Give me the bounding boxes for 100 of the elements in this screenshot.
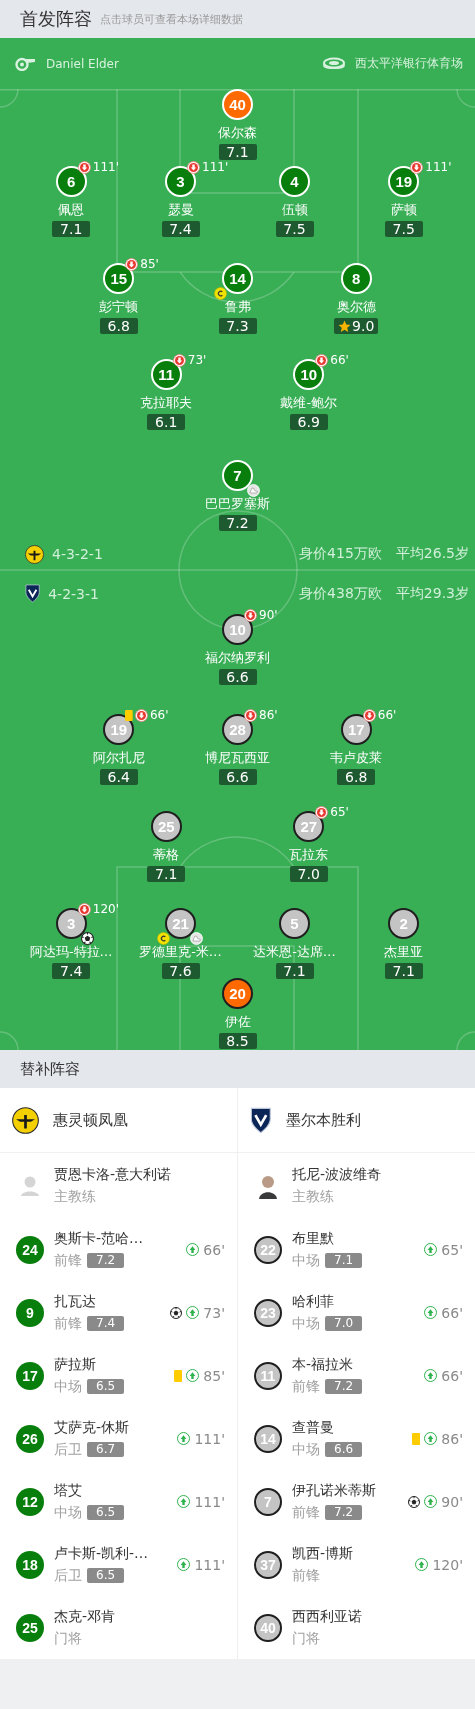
player-rating: 6.7 bbox=[87, 1442, 125, 1457]
player-name: 罗德里克-米… bbox=[139, 944, 222, 960]
player-rating: 6.5 bbox=[87, 1568, 125, 1583]
player-number[interactable]: 11 bbox=[254, 1361, 282, 1390]
player-name: 塔艾 bbox=[54, 1481, 83, 1500]
sub-off-icon bbox=[362, 708, 376, 722]
player-position: 中场 bbox=[54, 1503, 82, 1522]
sub-off-minute: 90' bbox=[259, 608, 278, 622]
player-rating: 7.4 bbox=[161, 221, 200, 237]
sub-off-icon bbox=[134, 708, 148, 722]
player-name: 西西利亚诺 bbox=[292, 1607, 363, 1626]
sub-on-minute: 86' bbox=[441, 1430, 463, 1447]
sub-off-icon bbox=[315, 805, 329, 819]
player-number[interactable]: 37 bbox=[254, 1550, 282, 1579]
player-number[interactable]: 24 bbox=[16, 1235, 44, 1264]
sub-on-minute: 120' bbox=[432, 1556, 463, 1573]
player-number[interactable]: 17 bbox=[16, 1361, 44, 1390]
sub-off-minute: 65' bbox=[330, 805, 349, 819]
player-number[interactable]: 20 bbox=[222, 978, 253, 1009]
player-number[interactable]: 17 bbox=[340, 714, 372, 745]
player-rating: 6.6 bbox=[325, 1442, 363, 1457]
player-name: 艾萨克-休斯 bbox=[54, 1418, 131, 1437]
sub-on-icon bbox=[186, 1306, 200, 1319]
player-number[interactable]: 3 bbox=[165, 166, 196, 197]
sub-off-minute: 86' bbox=[259, 708, 278, 722]
sub-off-icon bbox=[315, 353, 329, 367]
captain-icon bbox=[157, 932, 170, 945]
sub-on-icon bbox=[424, 1432, 438, 1445]
player-position: 中场 bbox=[292, 1251, 320, 1270]
player-number[interactable]: 28 bbox=[222, 714, 253, 745]
player-rating: 7.5 bbox=[275, 221, 314, 237]
player-number[interactable]: 18 bbox=[16, 1550, 44, 1579]
market-value: 身价415万欧 bbox=[299, 545, 382, 563]
player-number[interactable]: 4 bbox=[279, 166, 310, 197]
player-name: 福尔纳罗利 bbox=[205, 650, 270, 666]
team-crest-icon bbox=[25, 584, 41, 603]
player-number[interactable]: 7 bbox=[254, 1487, 282, 1516]
player-number[interactable]: 14 bbox=[254, 1424, 282, 1453]
stadium-icon bbox=[323, 57, 345, 70]
player-rating: 6.6 bbox=[218, 769, 257, 785]
player-rating: 6.8 bbox=[99, 318, 138, 334]
player-position: 门将 bbox=[54, 1629, 82, 1648]
player-number[interactable]: 26 bbox=[16, 1424, 44, 1453]
player-number[interactable]: 9 bbox=[16, 1298, 44, 1327]
player-name: 保尔森 bbox=[218, 125, 257, 141]
player-number[interactable]: 8 bbox=[340, 263, 372, 294]
player-number[interactable]: 25 bbox=[150, 811, 182, 842]
player-rating: 7.1 bbox=[147, 866, 186, 882]
player-position: 中场 bbox=[292, 1440, 320, 1459]
player-number[interactable]: 11 bbox=[150, 359, 182, 390]
player-number[interactable]: 14 bbox=[222, 263, 253, 294]
player-position: 前锋 bbox=[54, 1251, 82, 1270]
player-rating: 7.6 bbox=[161, 963, 200, 979]
player-number[interactable]: 12 bbox=[16, 1487, 44, 1516]
venue-name: 西太平洋银行体育场 bbox=[355, 55, 463, 72]
player-rating: 6.8 bbox=[337, 769, 376, 785]
player-number[interactable]: 21 bbox=[165, 908, 196, 939]
player-name: 博尼瓦西亚 bbox=[205, 750, 270, 766]
player-name: 达米恩-达席… bbox=[253, 944, 336, 960]
sub-off-minute: 66' bbox=[330, 353, 349, 367]
player-name: 克拉耶夫 bbox=[140, 395, 193, 411]
player-rating: 7.1 bbox=[384, 963, 423, 979]
player-number[interactable]: 27 bbox=[293, 811, 325, 842]
player-number[interactable]: 5 bbox=[279, 908, 310, 939]
team-crest-icon bbox=[250, 1106, 272, 1134]
player-number[interactable]: 25 bbox=[16, 1613, 44, 1642]
player-number[interactable]: 19 bbox=[388, 166, 420, 197]
player-position: 中场 bbox=[54, 1377, 82, 1396]
booking-card-icon bbox=[411, 1432, 421, 1445]
player-number[interactable]: 2 bbox=[388, 908, 420, 939]
football-icon bbox=[170, 1306, 183, 1319]
star-icon bbox=[338, 319, 352, 333]
player-rating: 6.5 bbox=[87, 1505, 125, 1520]
sub-off-minute: 66' bbox=[377, 708, 397, 722]
player-number[interactable]: 10 bbox=[293, 359, 325, 390]
average-age: 平均29.3岁 bbox=[395, 584, 469, 603]
section-hint: 点击球员可查看本场详细数据 bbox=[100, 11, 243, 27]
player-number[interactable]: 19 bbox=[103, 714, 135, 745]
player-number[interactable]: 40 bbox=[254, 1613, 282, 1642]
player-name: 伊孔诺米蒂斯 bbox=[292, 1481, 377, 1500]
sub-on-minute: 66' bbox=[441, 1304, 463, 1321]
player-rating: 6.1 bbox=[147, 414, 186, 430]
market-value: 身价438万欧 bbox=[299, 584, 382, 603]
player-number[interactable]: 23 bbox=[254, 1298, 282, 1327]
sub-off-minute: 111' bbox=[425, 160, 452, 174]
player-number[interactable]: 6 bbox=[55, 166, 87, 197]
coach-role: 主教练 bbox=[54, 1187, 97, 1206]
player-number[interactable]: 22 bbox=[254, 1235, 282, 1264]
player-name: 卢卡斯-凯利-… bbox=[54, 1544, 150, 1563]
boot-icon bbox=[247, 484, 260, 497]
player-number[interactable]: 7 bbox=[222, 460, 253, 491]
player-number[interactable]: 40 bbox=[222, 89, 253, 120]
player-number[interactable]: 3 bbox=[55, 908, 87, 939]
sub-on-icon bbox=[186, 1243, 200, 1256]
average-age: 平均26.5岁 bbox=[395, 545, 469, 563]
player-position: 中场 bbox=[292, 1314, 320, 1333]
team-crest-icon bbox=[12, 1106, 39, 1134]
player-number[interactable]: 15 bbox=[103, 263, 135, 294]
player-number[interactable]: 10 bbox=[222, 614, 253, 645]
player-rating: 6.4 bbox=[99, 769, 138, 785]
